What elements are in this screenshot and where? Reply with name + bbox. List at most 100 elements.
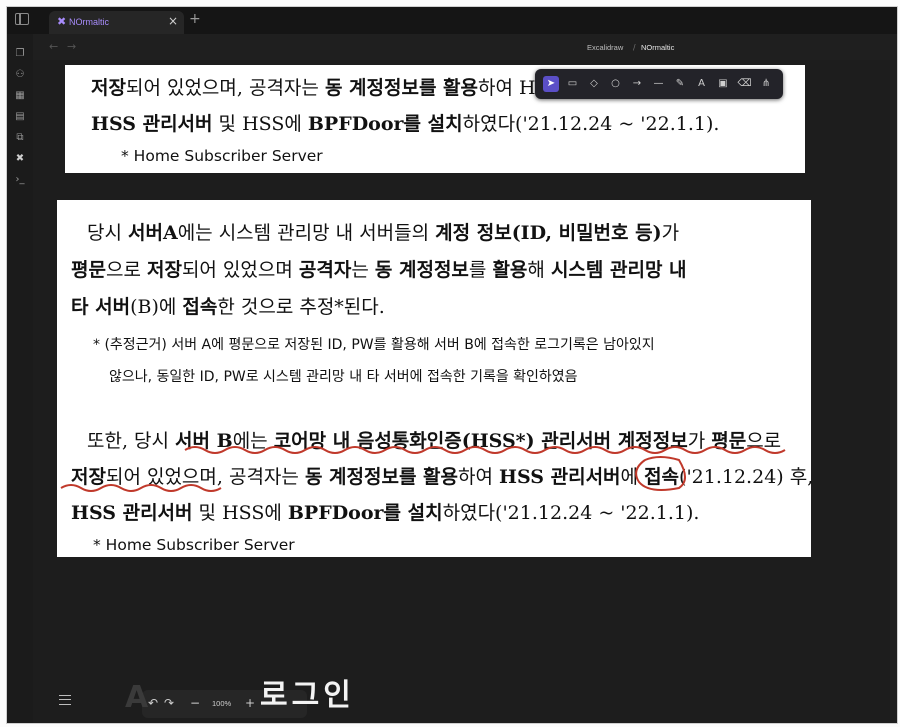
doc-text: 가: [661, 222, 680, 244]
doc-text: 를: [468, 259, 493, 281]
doc-p1-line-2: 평문으로 저장되어 있었으며 공격자는 동 계정정보를 활용해 시스템 관리망 …: [71, 255, 687, 282]
shape-toolbar: ➤ ▭ ◇ ○ → — ✎ A ▣ ⌫ ⋔: [535, 69, 783, 99]
text-tool-icon[interactable]: A: [694, 76, 710, 92]
zoom-out-button[interactable]: −: [190, 696, 200, 710]
copy-icon[interactable]: ⧉: [14, 132, 26, 144]
more-tools-icon[interactable]: ⋔: [758, 76, 774, 92]
doc-text: 및 HSS에: [192, 502, 288, 524]
doc-text: 에: [620, 466, 645, 488]
doc-text: 되어 있었으며, 공격자는: [105, 466, 305, 488]
excalidraw-icon: ✖: [57, 15, 67, 28]
doc-text: 또한, 당시: [87, 430, 176, 452]
doc-text: 한 것으로 추정*된다.: [217, 296, 385, 318]
doc-top-line-2: HSS 관리서버 및 HSS에 BPFDoor를 설치하였다('21.12.24…: [91, 109, 719, 136]
doc-text: 접속: [182, 296, 218, 318]
doc-text: 에는: [232, 430, 274, 452]
doc-main-footnote: * Home Subscriber Server: [93, 536, 295, 554]
video-caption: 로그인: [260, 678, 355, 713]
forward-arrow-icon[interactable]: →: [67, 40, 76, 53]
new-tab-button[interactable]: +: [189, 11, 201, 27]
doc-text: 되어 있었으며: [181, 259, 299, 281]
doc-text: ('21.12.24) 후,: [679, 466, 814, 488]
doc-text: 공격자: [298, 259, 352, 281]
doc-note-line-1: * (추정근거) 서버 A에 평문으로 저장된 ID, PW를 활용해 서버 B…: [93, 337, 655, 353]
doc-text: 으로: [746, 430, 782, 452]
doc-note-line-2: 않으나, 동일한 ID, PW로 시스템 관리망 내 타 서버에 접속한 기록을…: [109, 369, 578, 385]
doc-text: 동 계정정보: [374, 259, 469, 281]
undo-icon[interactable]: ↶: [148, 696, 158, 710]
doc-text: 하여: [458, 466, 500, 488]
breadcrumb-folder[interactable]: Excalidraw: [587, 43, 623, 52]
view-header: ← → Excalidraw / NOrmaltic: [33, 34, 897, 60]
document-image-main[interactable]: 당시 서버A에는 시스템 관리망 내 서버들의 계정 정보(ID, 비밀번호 등…: [57, 200, 813, 557]
sidebar-toggle-icon[interactable]: [15, 13, 29, 25]
bottom-controls: ↶ ↷ − 100% +: [47, 685, 467, 723]
doc-top-footnote: * Home Subscriber Server: [121, 147, 323, 165]
doc-p2-line-3: HSS 관리서버 및 HSS에 BPFDoor를 설치하였다('21.12.24…: [71, 498, 699, 525]
arrow-tool-icon[interactable]: →: [629, 76, 645, 92]
doc-text: 되어 있었으며, 공격자는: [125, 77, 325, 99]
doc-text: 평문: [711, 430, 747, 452]
selection-tool-icon[interactable]: ➤: [543, 76, 559, 92]
left-ribbon: ❐ ⚇ ▦ ▤ ⧉ ✖ ›_: [7, 34, 34, 723]
doc-text: 활용: [492, 259, 528, 281]
breadcrumb-file[interactable]: NOrmaltic: [641, 43, 674, 52]
doc-text: HSS 관리서버: [91, 113, 213, 135]
calendar-icon[interactable]: ▤: [14, 111, 26, 123]
doc-text: 가: [687, 430, 712, 452]
doc-text: 및 HSS에: [212, 113, 308, 135]
app-window: ✖ NOrmaltic × + ❐ ⚇ ▦ ▤ ⧉ ✖ ›_ ← → Excal…: [6, 6, 898, 724]
close-icon[interactable]: ×: [168, 14, 178, 28]
doc-text: 는: [351, 259, 375, 281]
doc-text: 에는 시스템 관리망 내 서버들의: [177, 222, 436, 244]
image-tool-icon[interactable]: ▣: [715, 76, 731, 92]
excalidraw-icon[interactable]: ✖: [14, 153, 26, 165]
tab-bar: ✖ NOrmaltic × +: [7, 7, 897, 34]
doc-text: 으로: [105, 259, 147, 281]
zoom-in-button[interactable]: +: [245, 696, 255, 710]
rectangle-tool-icon[interactable]: ▭: [565, 76, 581, 92]
tab-label: NOrmaltic: [69, 17, 109, 27]
doc-p1-line-1: 당시 서버A에는 시스템 관리망 내 서버들의 계정 정보(ID, 비밀번호 등…: [87, 218, 679, 245]
doc-text: 시스템 관리망 내: [550, 259, 687, 281]
line-tool-icon[interactable]: —: [651, 76, 667, 92]
doc-text: 접속: [644, 466, 680, 488]
doc-text: HSS 관리서버: [499, 466, 621, 488]
doc-text: 저장: [91, 77, 126, 99]
terminal-icon[interactable]: ›_: [14, 174, 26, 186]
ellipse-tool-icon[interactable]: ○: [608, 76, 624, 92]
tab-normaltic[interactable]: ✖ NOrmaltic ×: [49, 11, 184, 34]
doc-p1-line-3: 타 서버(B)에 접속한 것으로 추정*된다.: [71, 292, 385, 319]
graph-icon[interactable]: ⚇: [14, 69, 26, 81]
doc-text: 동 계정정보를 활용: [304, 466, 459, 488]
doc-text: 서버A: [128, 222, 178, 244]
doc-text: 하였다('21.12.24 ~ '22.1.1).: [442, 502, 700, 524]
eraser-tool-icon[interactable]: ⌫: [737, 76, 753, 92]
doc-p2-line-1: 또한, 당시 서버 B에는 코어망 내 음성통화인증(HSS*) 관리서버 계정…: [87, 426, 781, 453]
zoom-level[interactable]: 100%: [212, 699, 231, 708]
files-icon[interactable]: ❐: [14, 48, 26, 60]
doc-text: 서버 B: [175, 430, 233, 452]
doc-text: 저장: [146, 259, 182, 281]
diamond-tool-icon[interactable]: ◇: [586, 76, 602, 92]
draw-tool-icon[interactable]: ✎: [672, 76, 688, 92]
doc-text: 하였다('21.12.24 ~ '22.1.1).: [462, 113, 720, 135]
doc-p2-line-2: 저장되어 있었으며, 공격자는 동 계정정보를 활용하여 HSS 관리서버에 접…: [71, 462, 813, 489]
back-arrow-icon[interactable]: ←: [49, 40, 58, 53]
doc-text: 저장: [71, 466, 106, 488]
doc-text: BPFDoor를 설치: [287, 502, 443, 524]
breadcrumb-separator: /: [633, 43, 636, 52]
doc-text: 타 서버: [71, 296, 131, 318]
doc-text: HSS 관리서버: [71, 502, 193, 524]
menu-icon[interactable]: [59, 695, 71, 705]
doc-text: 평문: [71, 259, 106, 281]
doc-text: 계정 정보(ID, 비밀번호 등): [435, 222, 662, 244]
doc-text: (B)에: [130, 296, 183, 318]
caption-fragment: A: [125, 680, 149, 715]
doc-text: 당시: [87, 222, 128, 244]
grid-icon[interactable]: ▦: [14, 90, 26, 102]
redo-icon[interactable]: ↷: [164, 696, 174, 710]
doc-text: 동 계정정보를 활용: [324, 77, 479, 99]
doc-text: 코어망 내 음성통화인증(HSS*) 관리서버 계정정보: [273, 430, 688, 452]
doc-text: 해: [527, 259, 551, 281]
